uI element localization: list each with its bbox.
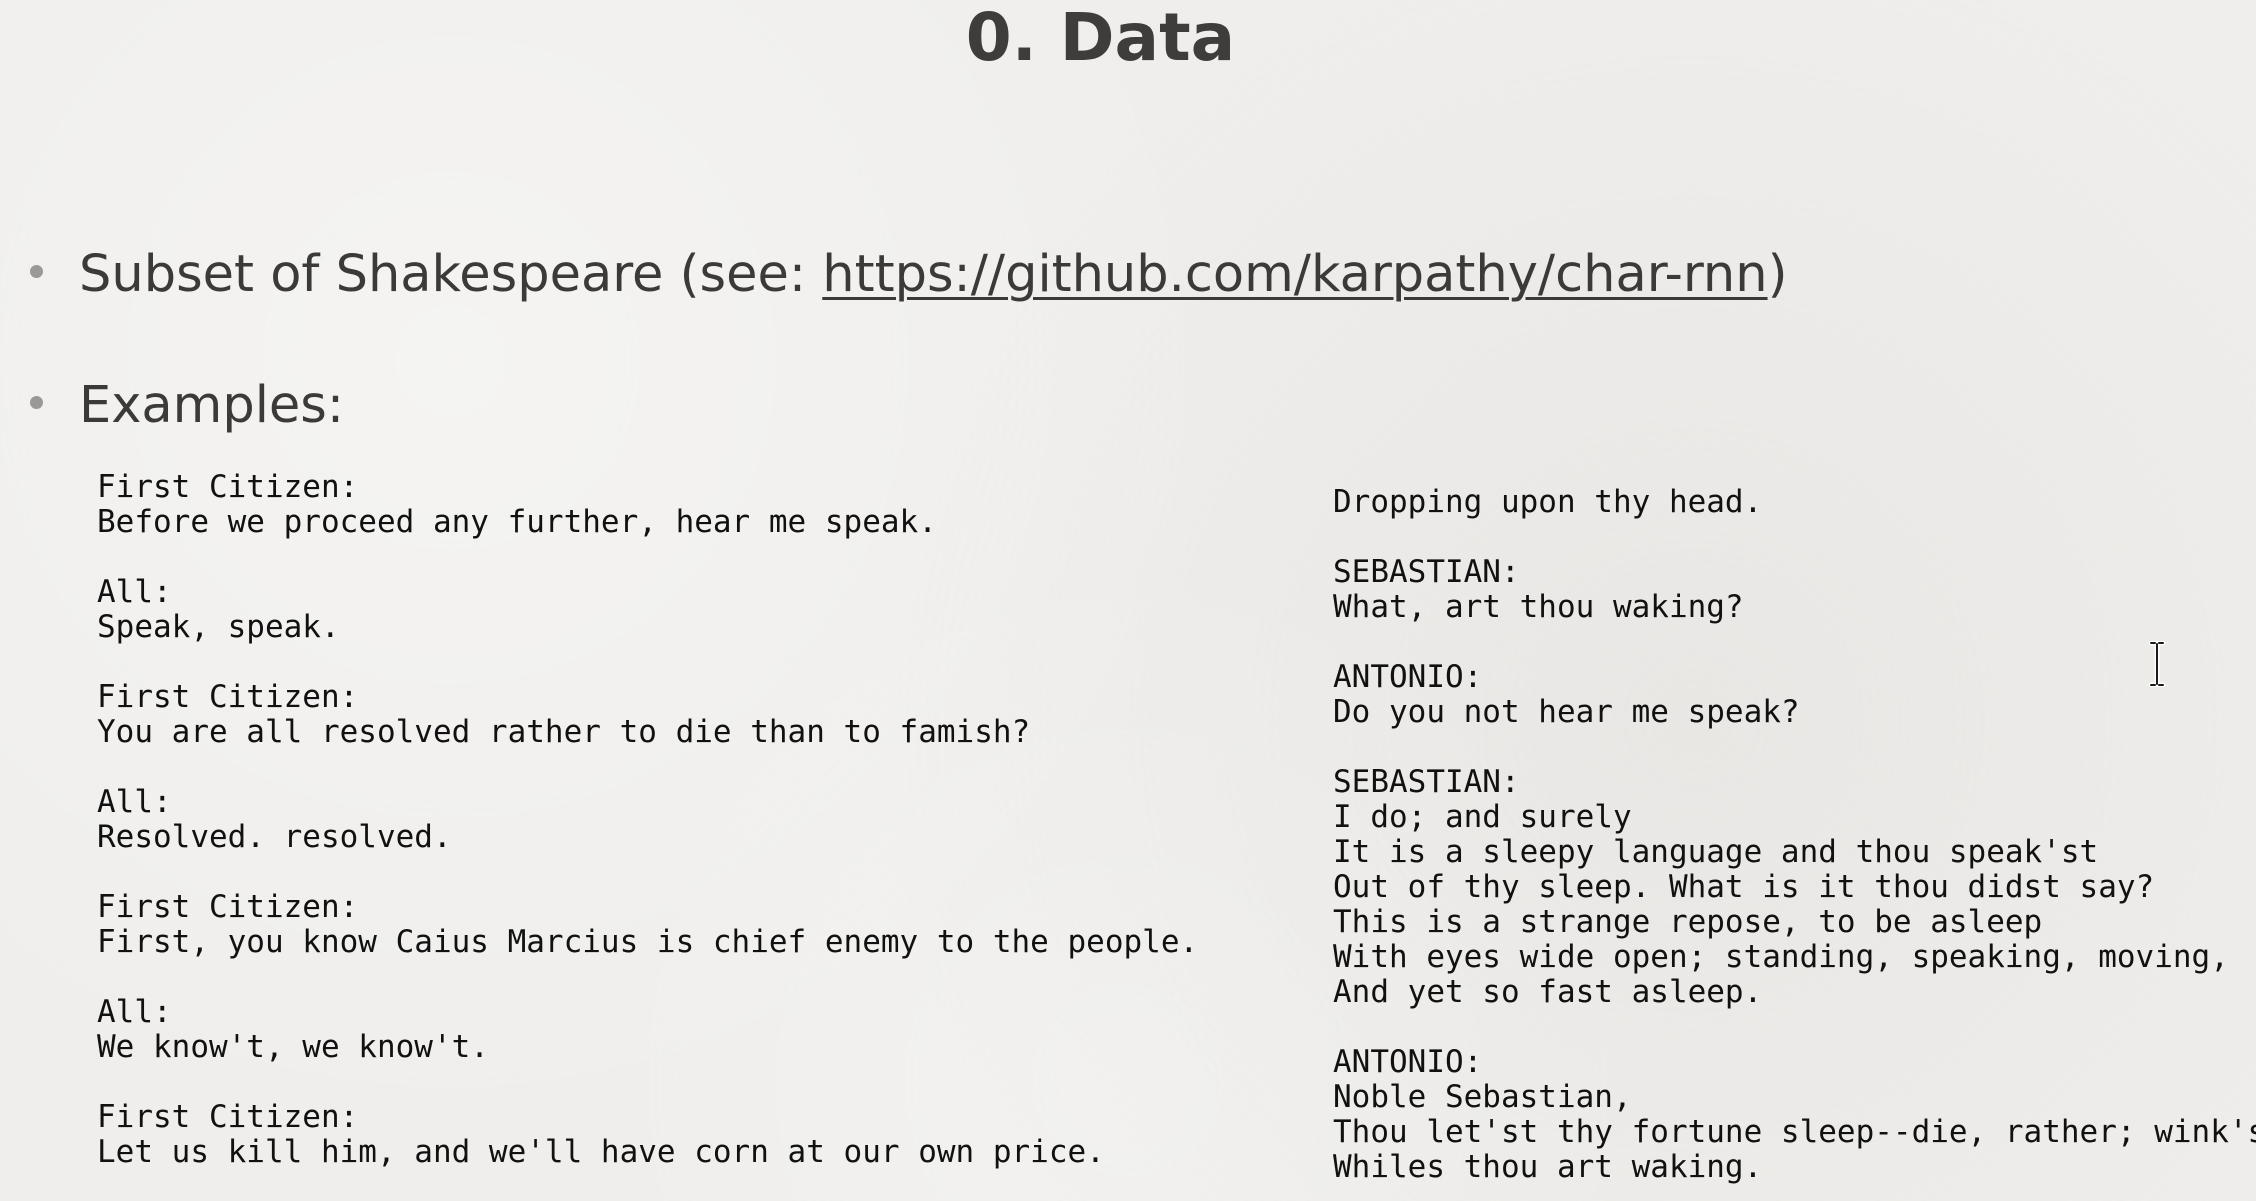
slide-title: 0. Data bbox=[965, 0, 1236, 76]
text-cursor-icon bbox=[2148, 641, 2166, 687]
bullet-subset-suffix: ) bbox=[1767, 245, 1788, 304]
bullet-examples-label: Examples: bbox=[79, 376, 345, 435]
bullet-examples: Examples: bbox=[30, 375, 344, 437]
example-text-right: Dropping upon thy head. SEBASTIAN: What,… bbox=[1333, 484, 2256, 1185]
example-text-left: First Citizen: Before we proceed any fur… bbox=[97, 469, 1199, 1170]
bullet-subset-prefix: Subset of Shakespeare (see: bbox=[79, 245, 823, 304]
bullet-dot-icon bbox=[30, 264, 43, 278]
bullet-dot-icon bbox=[30, 395, 43, 409]
char-rnn-link[interactable]: https://github.com/karpathy/char-rnn bbox=[822, 245, 1767, 304]
bullet-subset-source: Subset of Shakespeare (see: https://gith… bbox=[30, 244, 1787, 306]
